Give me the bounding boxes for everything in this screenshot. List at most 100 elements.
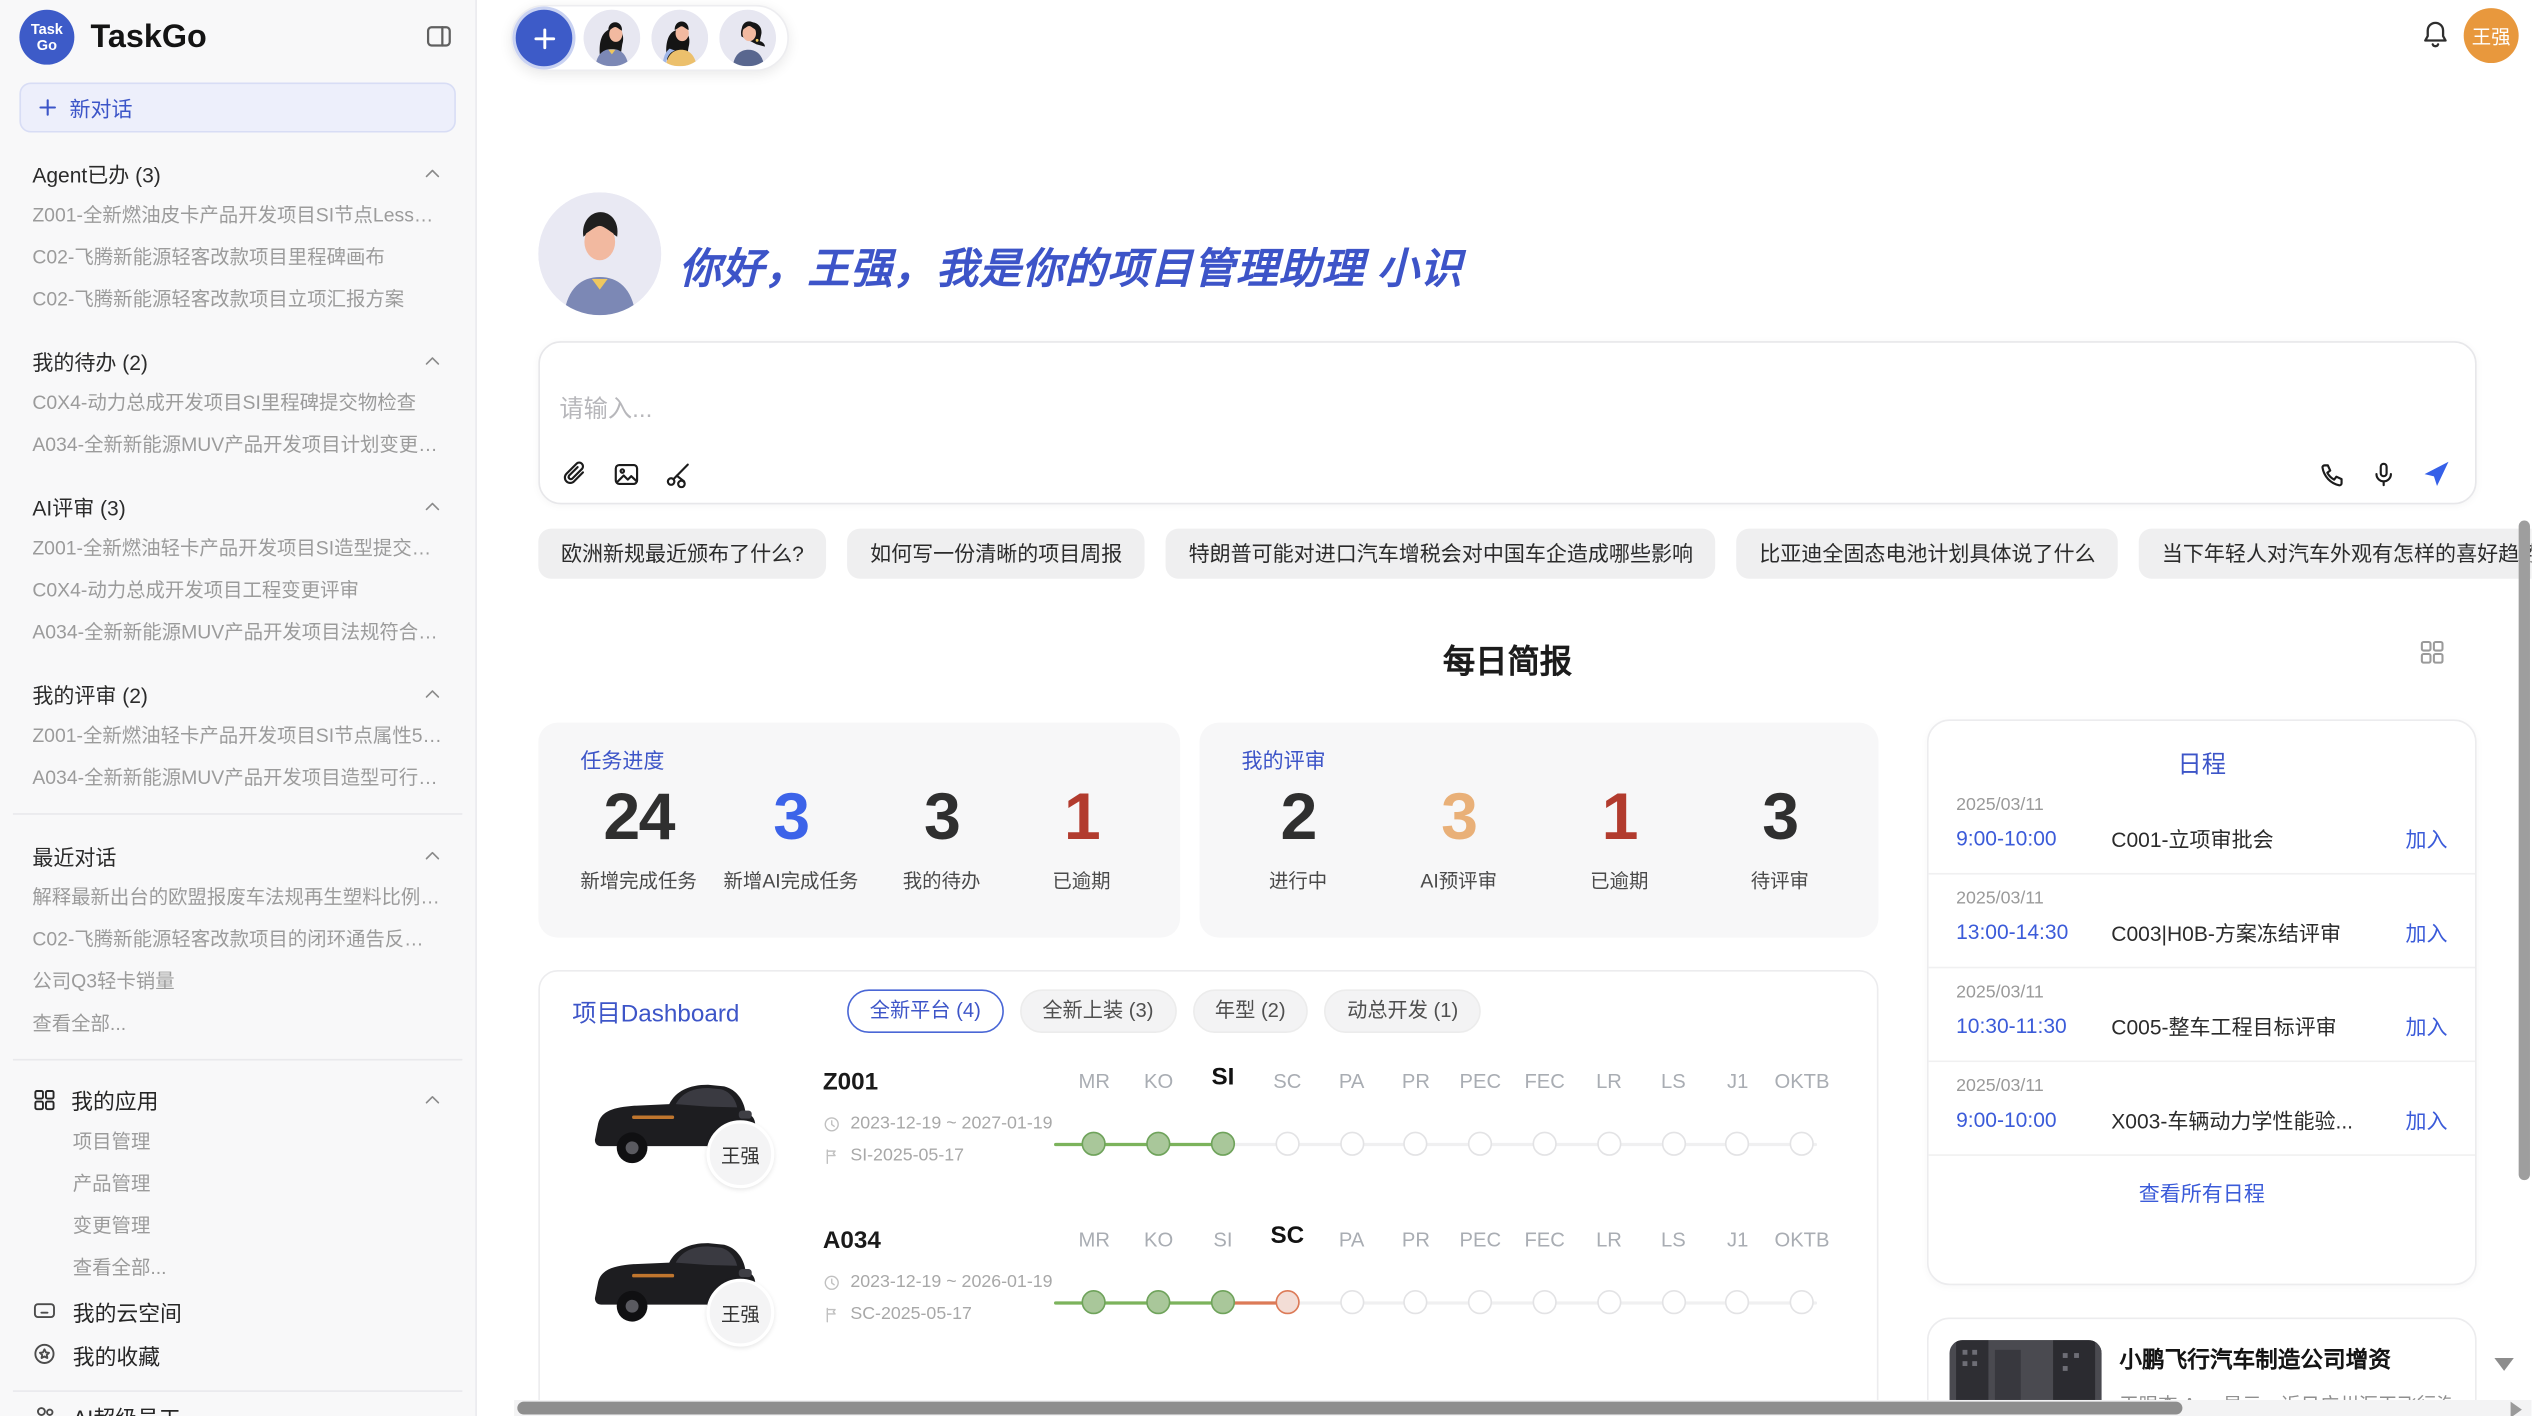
agent-avatar-3[interactable] — [719, 10, 776, 67]
mic-icon[interactable] — [2370, 460, 2397, 487]
chevron-up-icon — [422, 163, 443, 184]
sidebar-item[interactable]: A034-全新新能源MUV产品开发项目造型可行性评审 — [19, 757, 455, 799]
sidebar-item[interactable]: Z001-全新燃油轻卡产品开发项目SI节点属性5D文件评审 — [19, 715, 455, 757]
event-name: C005-整车工程目标评审 — [2111, 1010, 2392, 1041]
project-dashboard-card: 项目Dashboard 全新平台 (4)全新上装 (3)年型 (2)动总开发 (… — [538, 970, 1878, 1416]
project-flag: SI-2025-05-17 — [823, 1146, 964, 1165]
chevron-up-icon — [422, 845, 443, 866]
user-avatar[interactable]: 王强 — [2464, 8, 2519, 63]
view-all-schedule-link[interactable]: 查看所有日程 — [1929, 1177, 2475, 1208]
schedule-title: 日程 — [1929, 747, 2475, 781]
event-time: 10:30-11:30 — [1956, 1014, 2111, 1038]
paperclip-icon[interactable] — [561, 461, 588, 488]
stat-value: 3 — [885, 778, 998, 856]
agent-avatar-2[interactable] — [651, 10, 708, 67]
assistant-avatar — [538, 192, 661, 315]
dashboard-tab[interactable]: 年型 (2) — [1192, 989, 1308, 1033]
image-icon[interactable] — [613, 461, 640, 488]
app-logo: Task Go — [19, 10, 74, 65]
sidebar-header: Task Go TaskGo — [19, 0, 455, 74]
app-item[interactable]: 变更管理 — [19, 1204, 455, 1246]
stat: 3待评审 — [1723, 778, 1836, 894]
milestone-dot — [1661, 1290, 1685, 1314]
sidebar-item[interactable]: A034-全新新能源MUV产品开发项目法规符合性评审 — [19, 611, 455, 653]
milestone-dot — [1404, 1132, 1428, 1156]
join-link[interactable]: 加入 — [2405, 1010, 2447, 1041]
dashboard-tab[interactable]: 动总开发 (1) — [1324, 989, 1480, 1033]
badge-star-icon — [32, 1342, 56, 1366]
sidebar-link-badge-star[interactable]: 我的收藏 — [19, 1332, 455, 1376]
panel-toggle-icon[interactable] — [425, 23, 452, 50]
add-agent-button[interactable] — [516, 10, 573, 67]
sidebar-section-label: AI评审 (3) — [32, 491, 125, 522]
milestone-dot — [1468, 1132, 1492, 1156]
scissors-icon[interactable] — [664, 461, 691, 488]
milestone-dot — [1404, 1290, 1428, 1314]
my-apps-header[interactable]: 我的应用 — [19, 1078, 455, 1120]
app-item[interactable]: 产品管理 — [19, 1162, 455, 1204]
join-link[interactable]: 加入 — [2405, 823, 2447, 854]
scroll-down-arrow[interactable] — [2494, 1358, 2513, 1371]
project-dates: 2023-12-19 ~ 2026-01-19 — [850, 1272, 1052, 1291]
phone-icon[interactable] — [2318, 460, 2345, 487]
horizontal-scrollbar-thumb[interactable] — [517, 1402, 2182, 1415]
apps-view-all-link[interactable]: 查看全部... — [19, 1246, 455, 1288]
stat-card-title: 我的评审 — [1242, 744, 1837, 775]
suggestion-chip[interactable]: 欧洲新规最近颁布了什么? — [538, 529, 826, 579]
stat-value: 1 — [1025, 778, 1138, 856]
project-date-range: 2023-12-19 ~ 2027-01-19 — [823, 1114, 1053, 1133]
sidebar-section-header[interactable]: 我的待办 (2) — [19, 341, 455, 381]
recent-chats-label: 最近对话 — [32, 841, 116, 872]
sidebar-item[interactable]: C02-飞腾新能源轻客改款项目里程碑画布 — [19, 236, 455, 278]
suggestion-chip[interactable]: 比亚迪全固态电池计划具体说了什么 — [1737, 529, 2119, 579]
grid-icon[interactable] — [2418, 639, 2445, 666]
project-row: 王强A0342023-12-19 ~ 2026-01-19SC-2025-05-… — [540, 1214, 1877, 1372]
event-main: 10:30-11:30C005-整车工程目标评审加入 — [1956, 1010, 2447, 1041]
notification-bell-icon[interactable] — [2420, 19, 2451, 50]
suggestion-chip[interactable]: 特朗普可能对进口汽车增税会对中国车企造成哪些影响 — [1166, 529, 1716, 579]
sidebar-section-label: 我的待办 (2) — [32, 346, 148, 377]
scroll-right-arrow[interactable] — [2511, 1402, 2522, 1416]
sidebar-item[interactable]: C0X4-动力总成开发项目SI里程碑提交物检查 — [19, 382, 455, 424]
agent-avatar-1[interactable] — [584, 10, 641, 67]
plus-icon — [37, 97, 58, 118]
sidebar-link-cloud-box[interactable]: 我的云空间 — [19, 1288, 455, 1332]
stat-value: 1 — [1563, 778, 1676, 856]
join-link[interactable]: 加入 — [2405, 1104, 2447, 1135]
event-time: 9:00-10:00 — [1956, 826, 2111, 850]
sidebar-tool-users[interactable]: AI超级员工 — [19, 1394, 455, 1416]
chat-input[interactable] — [556, 394, 1726, 425]
recent-chat-item[interactable]: 解释最新出台的欧盟报废车法规再生塑料比例被调至15%... — [19, 876, 455, 918]
task-progress-card: 任务进度24新增完成任务3新增AI完成任务3我的待办1已逾期 — [538, 723, 1180, 938]
vertical-scrollbar[interactable] — [2519, 521, 2530, 1181]
sidebar-section-header[interactable]: AI评审 (3) — [19, 487, 455, 527]
suggestion-chip[interactable]: 当下年轻人对汽车外观有怎样的喜好趋势 — [2139, 529, 2531, 579]
join-link[interactable]: 加入 — [2405, 917, 2447, 948]
send-icon[interactable] — [2422, 459, 2451, 488]
recent-chat-item[interactable]: 公司Q3轻卡销量 — [19, 960, 455, 1002]
sidebar-section-header[interactable]: Agent已办 (3) — [19, 154, 455, 194]
my-apps-subitems: 项目管理产品管理变更管理查看全部... — [19, 1120, 455, 1288]
event-date: 2025/03/11 — [1956, 983, 2447, 1002]
sidebar-section-header[interactable]: 我的评审 (2) — [19, 674, 455, 714]
app-item[interactable]: 项目管理 — [19, 1120, 455, 1162]
new-chat-button[interactable]: 新对话 — [19, 82, 455, 132]
dashboard-tab[interactable]: 全新平台 (4) — [847, 989, 1003, 1033]
sidebar-item[interactable]: Z001-全新燃油轻卡产品开发项目SI造型提交物评审 — [19, 527, 455, 569]
sidebar-item[interactable]: Z001-全新燃油皮卡产品开发项目SI节点Lesson Learn报告 — [19, 194, 455, 236]
clock-icon — [823, 1115, 841, 1133]
sidebar-item[interactable]: C02-飞腾新能源轻客改款项目立项汇报方案 — [19, 278, 455, 320]
recent-chats-header[interactable]: 最近对话 — [19, 836, 455, 876]
recent-chat-item[interactable]: C02-飞腾新能源轻客改款项目的闭环通告反馈情况 — [19, 918, 455, 960]
recent-view-all-link[interactable]: 查看全部... — [19, 1002, 455, 1044]
suggestion-chip[interactable]: 如何写一份清晰的项目周报 — [847, 529, 1144, 579]
milestone-rail: MRKOSISCPAPRPECFECLRLSJ1OKTB — [1062, 1056, 1835, 1214]
milestone-dot — [1533, 1290, 1557, 1314]
milestone-dot — [1533, 1132, 1557, 1156]
project-flag: SC-2025-05-17 — [823, 1305, 972, 1324]
dashboard-tab[interactable]: 全新上装 (3) — [1020, 989, 1176, 1033]
milestone-progress — [1054, 1143, 1223, 1146]
sidebar-item[interactable]: A034-全新新能源MUV产品开发项目计划变更表编写 — [19, 424, 455, 466]
sidebar-item[interactable]: C0X4-动力总成开发项目工程变更评审 — [19, 569, 455, 611]
briefing-title: 每日简报 — [538, 635, 2476, 682]
